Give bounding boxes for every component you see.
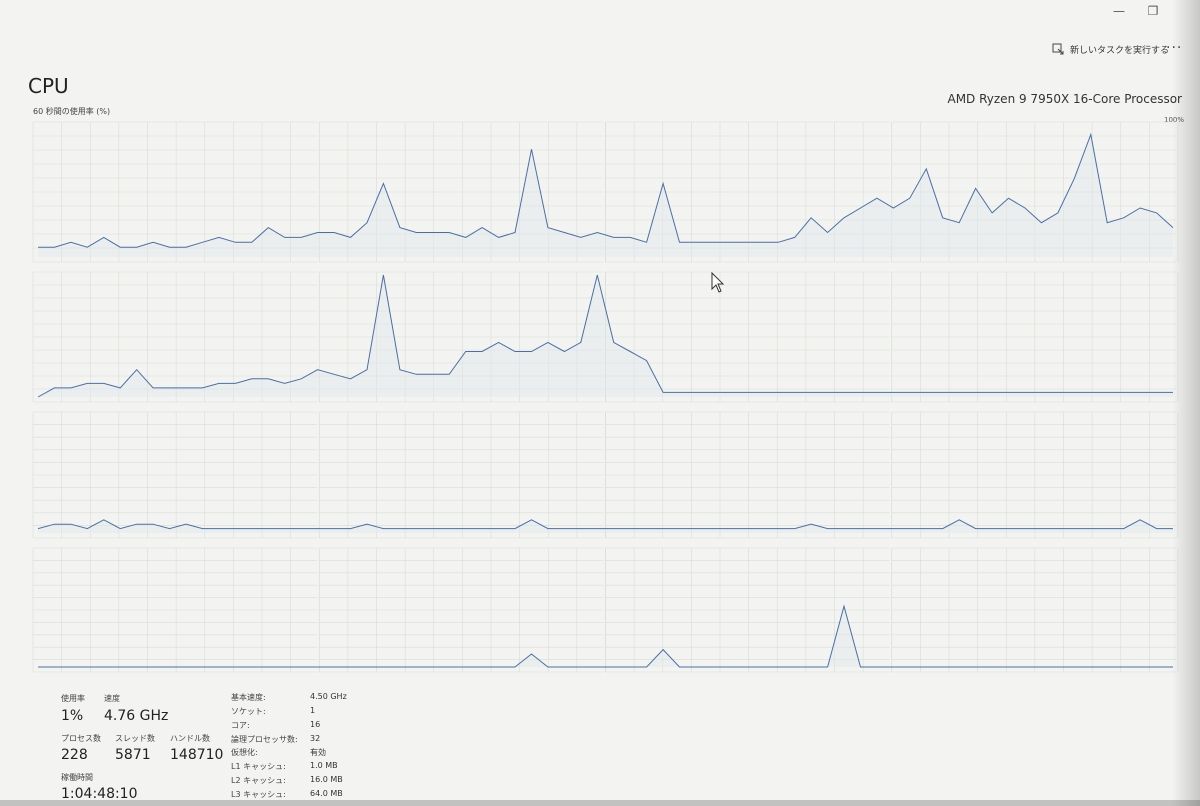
uptime-label: 稼働時間 (61, 773, 93, 782)
cpu-usage-graphs (32, 121, 1179, 673)
speed-value: 4.76 GHz (104, 708, 169, 724)
command-bar: 新しいタスクを実行する ... (0, 36, 1200, 62)
spec-value-cores: 16 (310, 720, 321, 729)
screen-edge-shadow (1172, 0, 1200, 806)
spec-value-l3-cache: 64.0 MB (310, 789, 343, 798)
chart-caption: 60 秒間の使用率 (%) (33, 107, 111, 116)
usage-line-1 (38, 132, 1174, 248)
utilization-value: 1% (61, 708, 84, 724)
processor-name: AMD Ryzen 9 7950X 16-Core Processor (947, 92, 1182, 106)
task-manager-window: — ❐ 新しいタスクを実行する ... CPU 60 秒間の使用率 (%) AM… (0, 0, 1200, 806)
mouse-cursor-icon (711, 272, 725, 293)
spec-value-virtualization: 有効 (310, 748, 326, 757)
threads-label: スレッド数 (115, 734, 155, 743)
spec-value-l2-cache: 16.0 MB (310, 775, 343, 784)
spec-key-base-speed: 基本速度: (231, 693, 266, 702)
spec-key-l3-cache: L3 キャッシュ: (231, 790, 286, 799)
usage-area-3 (38, 519, 1173, 533)
usage-line-4 (38, 604, 1173, 668)
speed-label: 速度 (104, 694, 120, 703)
spec-key-l2-cache: L2 キャッシュ: (231, 776, 286, 785)
screen-bottom-shadow (0, 800, 1200, 806)
minimize-button[interactable]: — (1108, 2, 1130, 20)
threads-value: 5871 (115, 747, 151, 763)
core-graph-row-2 (32, 271, 1179, 403)
usage-area-4 (38, 606, 1173, 667)
usage-area-2 (38, 275, 1173, 397)
title-bar: — ❐ (0, 0, 1200, 30)
usage-line-2 (37, 274, 1173, 398)
spec-value-l1-cache: 1.0 MB (310, 761, 338, 770)
handles-label: ハンドル数 (170, 734, 210, 743)
utilization-label: 使用率 (61, 694, 85, 703)
spec-key-sockets: ソケット: (231, 707, 266, 716)
run-task-icon (1052, 43, 1064, 55)
spec-value-sockets: 1 (310, 706, 316, 715)
usage-line-3 (37, 519, 1173, 530)
core-graph-row-1 (32, 121, 1179, 263)
processes-value: 228 (61, 747, 88, 763)
core-graph-row-3 (32, 411, 1179, 539)
spec-key-cores: コア: (231, 721, 250, 730)
spec-key-virtualization: 仮想化: (231, 748, 258, 757)
restore-button[interactable]: ❐ (1142, 2, 1164, 20)
spec-key-l1-cache: L1 キャッシュ: (231, 762, 286, 771)
spec-key-logical-processors: 論理プロセッサ数: (231, 735, 298, 744)
core-graph-row-4 (32, 547, 1179, 673)
processes-label: プロセス数 (61, 734, 101, 743)
usage-area-1 (38, 134, 1173, 257)
page-title: CPU (28, 74, 69, 98)
spec-value-base-speed: 4.50 GHz (310, 692, 347, 701)
run-new-task-label: 新しいタスクを実行する (1070, 45, 1170, 56)
spec-value-logical-processors: 32 (310, 734, 321, 743)
handles-value: 148710 (170, 747, 224, 763)
run-new-task-button[interactable]: 新しいタスクを実行する (1052, 41, 1169, 57)
